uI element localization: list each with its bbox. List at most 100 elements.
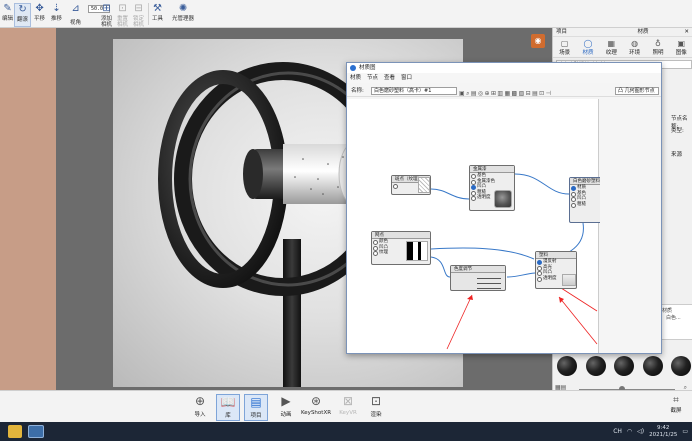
notification-icon[interactable]: ▭ [682, 428, 688, 435]
input-method-indicator[interactable]: CH [613, 428, 622, 435]
fov-tool-button[interactable]: ⊿ 视角 [70, 3, 81, 27]
node-canvas[interactable]: 斑点（纹理） 金属漆 基色 金属漆色 凹凸 粗糙 透明度 白色磨砂塑料（高卡）#… [347, 99, 629, 353]
tab-texture[interactable]: ▦ 纹理 [606, 38, 617, 57]
source-label: 来源 [671, 152, 683, 158]
reset-camera-icon: ⊡ [118, 3, 127, 14]
keyshotxr-button[interactable]: ⊛ KeyShotXR [301, 394, 331, 421]
tree-item[interactable]: 白色... [662, 314, 690, 321]
pan-tool-button[interactable]: ✥ 平移 [34, 3, 45, 27]
screenshot-button[interactable]: ⌗ 截屏 [664, 395, 688, 414]
toolbar-label: 翻滚 [17, 17, 29, 23]
tree-item[interactable]: 材质 [662, 307, 690, 314]
add-camera-button[interactable]: ⊞ 添加 相机 [101, 3, 112, 28]
keyvr-button[interactable]: ⊠ KeyVR [336, 394, 360, 421]
panel-tabs: ▢ 场景 ◯ 材质 ▦ 纹理 ◍ 环境 ♁ 照明 ▣ 图像 [553, 38, 692, 58]
close-icon[interactable]: ✕ [684, 28, 689, 37]
fov-icon: ⊿ [71, 3, 80, 14]
node-metal-paint[interactable]: 金属漆 基色 金属漆色 凹凸 粗糙 透明度 [469, 165, 515, 211]
node-connections [430, 173, 598, 350]
material-graph-menu: 材质 节点 查看 窗口 [347, 73, 661, 83]
light-manager-icon: ✺ [178, 3, 188, 14]
windows-taskbar: CH ◠ ◁) 9:42 2021/1/25 ▭ [0, 422, 692, 441]
node-plastic[interactable]: 塑料 漫反射 高光 凹凸 透明度 [535, 251, 577, 289]
tools-button[interactable]: ⚒ 工具 [152, 3, 163, 27]
material-swatch[interactable] [614, 356, 634, 376]
material-swatch[interactable] [557, 356, 577, 376]
material-swatch[interactable] [585, 356, 606, 376]
tab-lighting[interactable]: ♁ 照明 [652, 38, 663, 57]
node-title: 网点 [372, 232, 430, 239]
tab-label: 纹理 [605, 50, 617, 56]
import-button[interactable]: ⊕ 导入 [188, 394, 212, 421]
tab-material[interactable]: ◯ 材质 [582, 38, 593, 57]
reset-camera-button[interactable]: ⊡ 重置 相机 [117, 3, 129, 28]
material-graph-window[interactable]: 材质图 材质 节点 查看 窗口 名称: 白色磨砂塑料（高卡）#1 ▣⌕▤◎⊕⊞▥… [346, 62, 662, 354]
dolly-icon: ⇣ [52, 3, 61, 14]
material-graph-titlebar[interactable]: 材质图 [347, 63, 661, 73]
library-button[interactable]: 📖 库 [216, 394, 240, 421]
file-explorer-icon[interactable] [8, 425, 22, 438]
tab-image[interactable]: ▣ 图像 [676, 38, 687, 57]
light-manager-button[interactable]: ✺ 光管理器 [172, 3, 194, 27]
bottom-label: KeyVR [339, 410, 357, 416]
menu-item-view[interactable]: 查看 [384, 73, 395, 83]
material-swatch[interactable] [642, 356, 663, 376]
toolbar-label: 视角 [70, 20, 82, 26]
lock-camera-button[interactable]: ⊟ 锁定 相机 [133, 3, 145, 28]
project-button[interactable]: ▤ 项目 [244, 394, 268, 421]
wifi-icon[interactable]: ◠ [627, 428, 632, 435]
volume-icon[interactable]: ◁) [637, 428, 644, 435]
clock-date: 2021/1/25 [649, 431, 678, 438]
slider-preview [477, 275, 501, 289]
node-preview [406, 241, 428, 261]
stand-pole [283, 239, 301, 387]
node-title: 色度调节 [451, 266, 505, 273]
geometry-node-dropdown[interactable]: 凸 几何图形节点 [615, 87, 659, 95]
clock[interactable]: 9:42 2021/1/25 [649, 425, 677, 439]
lighting-icon: ♁ [655, 39, 661, 48]
node-texture[interactable]: 网点 颜色 凹凸 纹理 [371, 231, 431, 265]
material-swatch[interactable] [671, 356, 691, 376]
texture-icon: ▦ [607, 39, 616, 48]
dolly-tool-button[interactable]: ⇣ 推移 [51, 3, 62, 27]
clock-time: 9:42 [657, 424, 670, 431]
keyshot-app-icon[interactable] [28, 425, 44, 438]
tab-label: 照明 [652, 50, 664, 56]
bottom-toolbar: ⊕ 导入 📖 库 ▤ 项目 ▶ 动画 ⊛ KeyShotXR ⊠ KeyVR ⊡… [0, 390, 692, 422]
environment-icon: ◍ [631, 39, 639, 48]
edit-icon: ✎ [3, 3, 12, 14]
menu-item-window[interactable]: 窗口 [401, 73, 412, 83]
system-tray: CH ◠ ◁) 9:42 2021/1/25 ▭ [613, 424, 688, 439]
bottom-label: 渲染 [370, 412, 382, 418]
animation-button[interactable]: ▶ 动画 [274, 394, 298, 421]
menu-item-node[interactable]: 节点 [367, 73, 378, 83]
node-preview [494, 190, 512, 208]
material-swatches [557, 352, 691, 380]
toolbar-label: 锁定 相机 [133, 16, 145, 28]
edit-tool-button[interactable]: ✎ 编辑 [2, 3, 13, 27]
toolbar-label: 重置 相机 [117, 16, 129, 28]
tab-environment[interactable]: ◍ 环境 [629, 38, 640, 57]
render-button[interactable]: ⊡ 渲染 [364, 394, 388, 421]
window-title: 材质图 [359, 65, 376, 71]
link-spot-metal [430, 188, 470, 200]
bottom-label: 导入 [194, 412, 206, 418]
material-name-input[interactable]: 白色磨砂塑料（高卡）#1 [371, 87, 457, 95]
tab-scene[interactable]: ▢ 场景 [559, 38, 570, 57]
motor-cap [243, 149, 263, 199]
link-texture-color [430, 256, 451, 278]
project-icon: ▤ [250, 395, 262, 409]
import-icon: ⊕ [194, 394, 206, 408]
tumble-tool-button[interactable]: ↻ 翻滚 [14, 3, 32, 27]
node-color-adjust[interactable]: 色度调节 [450, 265, 506, 291]
viewport-settings-icon[interactable]: ◉ [531, 34, 545, 48]
material-tree[interactable]: 材质 白色... [659, 304, 692, 340]
node-title: 塑料 [536, 252, 576, 259]
tab-label: 场景 [559, 50, 571, 56]
node-spot-texture[interactable]: 斑点（纹理） [391, 175, 431, 195]
toolbar-label: 光管理器 [172, 16, 195, 22]
menu-item-material[interactable]: 材质 [350, 73, 361, 83]
bottom-label: 动画 [280, 412, 292, 418]
tab-label: 图像 [675, 50, 687, 56]
tab-label: 环境 [629, 50, 641, 56]
